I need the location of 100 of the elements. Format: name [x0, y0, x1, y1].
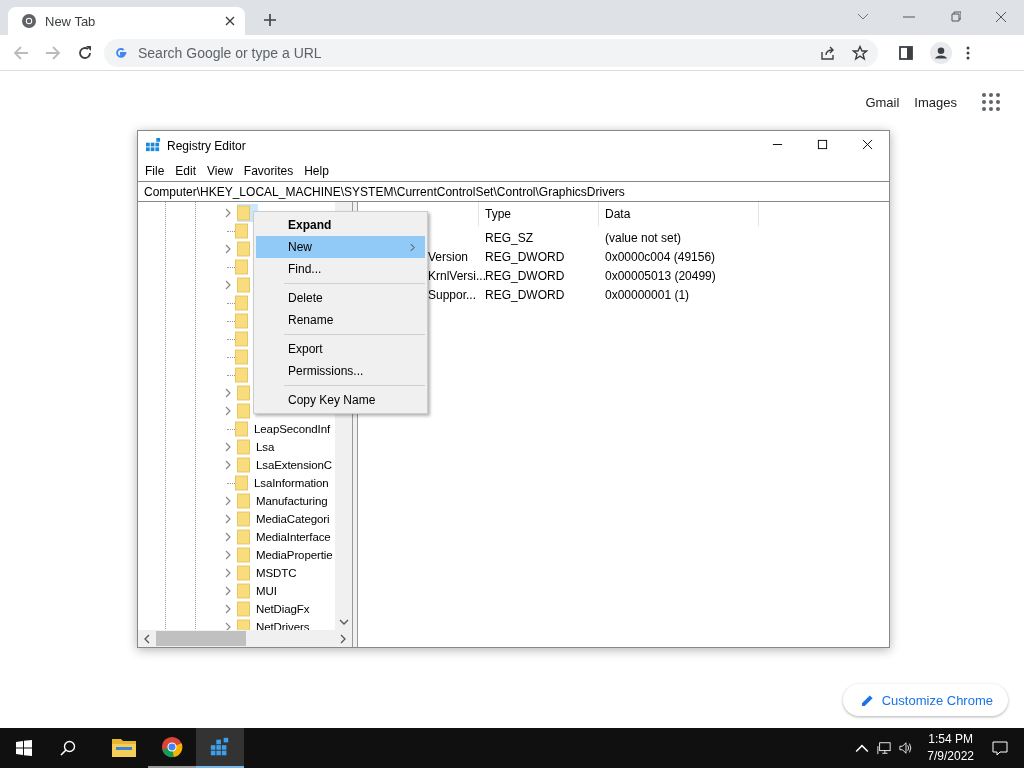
- expand-chevron-icon[interactable]: [225, 244, 231, 254]
- address-field[interactable]: Computer\HKEY_LOCAL_MACHINE\SYSTEM\CurrentControlSet\Control\GraphicsDrivers: [138, 181, 889, 202]
- column-header[interactable]: Type: [485, 207, 511, 221]
- side-panel-icon[interactable]: [898, 44, 914, 61]
- value-type: REG_DWORD: [485, 268, 565, 283]
- tree-item[interactable]: MediaCategori: [237, 510, 332, 528]
- folder-icon: [237, 205, 250, 221]
- menu-item[interactable]: View: [207, 163, 233, 178]
- restore-icon[interactable]: [949, 11, 961, 23]
- value-data: 0x00005013 (20499): [605, 268, 716, 283]
- folder-icon: [237, 403, 250, 419]
- folder-icon: [235, 259, 248, 275]
- value-name: Suppor...: [428, 287, 477, 302]
- folder-icon: [235, 313, 248, 329]
- new-tab-icon[interactable]: [263, 13, 277, 27]
- tree-item[interactable]: MSDTC: [237, 564, 299, 582]
- window-title: Registry Editor: [167, 138, 246, 153]
- expand-chevron-icon[interactable]: [225, 388, 231, 398]
- tree-item[interactable]: MediaPropertie: [237, 546, 335, 564]
- tree-item[interactable]: MediaInterface: [237, 528, 333, 546]
- expand-chevron-icon[interactable]: [225, 532, 231, 542]
- tab-title: New Tab: [45, 13, 97, 29]
- horizontal-scrollbar[interactable]: [138, 630, 352, 647]
- menu-item[interactable]: File: [145, 163, 165, 178]
- folder-icon: [235, 421, 248, 437]
- apps-grid-icon[interactable]: [982, 93, 1000, 111]
- share-icon[interactable]: [820, 44, 836, 61]
- expand-chevron-icon[interactable]: [225, 586, 231, 596]
- expand-chevron-icon[interactable]: [225, 442, 231, 452]
- context-menu-item[interactable]: Permissions...: [256, 360, 425, 382]
- folder-icon: [237, 565, 250, 581]
- tree-item[interactable]: Manufacturing: [237, 492, 330, 510]
- context-menu-item[interactable]: Copy Key Name: [256, 389, 425, 411]
- notification-icon[interactable]: [992, 740, 1008, 756]
- folder-icon: [235, 295, 248, 311]
- tree-item[interactable]: Lsa: [237, 438, 277, 456]
- customize-button[interactable]: Customize Chrome: [842, 684, 1008, 716]
- scroll-left-icon[interactable]: [144, 633, 150, 644]
- folder-icon: [112, 736, 136, 758]
- more-menu-icon[interactable]: [966, 44, 970, 61]
- value-name: Version: [428, 249, 469, 264]
- star-icon[interactable]: [852, 44, 868, 61]
- tree-item[interactable]: LsaExtensionC: [237, 456, 335, 474]
- network-icon[interactable]: [877, 741, 892, 755]
- address-bar[interactable]: Search Google or type a URL: [104, 38, 878, 67]
- column-header[interactable]: Data: [605, 207, 631, 221]
- value-name: KrnlVersi...: [428, 268, 487, 283]
- close-icon[interactable]: [862, 139, 873, 150]
- expand-chevron-icon[interactable]: [225, 406, 231, 416]
- scroll-right-icon[interactable]: [340, 633, 346, 644]
- reload-icon[interactable]: [77, 44, 93, 61]
- maximize-icon[interactable]: [817, 139, 828, 150]
- context-menu-item[interactable]: Rename: [256, 309, 425, 331]
- context-menu-item[interactable]: Expand: [256, 214, 425, 236]
- clock-date[interactable]: 7/9/2022: [927, 748, 974, 765]
- search-icon[interactable]: [60, 740, 76, 756]
- taskbar-app[interactable]: [196, 728, 244, 768]
- tree-item[interactable]: MUI: [237, 582, 279, 600]
- tree-item[interactable]: LeapSecondInf: [235, 420, 333, 438]
- context-menu-item[interactable]: Find...: [256, 258, 425, 280]
- browser-tab[interactable]: New Tab: [8, 7, 245, 35]
- expand-chevron-icon[interactable]: [225, 208, 231, 218]
- header-link[interactable]: Gmail: [865, 94, 900, 110]
- close-icon[interactable]: [225, 16, 235, 26]
- value-type: REG_DWORD: [485, 287, 565, 302]
- expand-chevron-icon[interactable]: [225, 568, 231, 578]
- menu-item[interactable]: Favorites: [243, 163, 294, 178]
- speaker-icon[interactable]: [899, 741, 914, 755]
- context-menu-item[interactable]: New: [256, 236, 425, 258]
- expand-chevron-icon[interactable]: [225, 514, 231, 524]
- chrome-logo-icon: [160, 736, 184, 758]
- tree-item[interactable]: NetDiagFx: [237, 600, 312, 618]
- value-data: 0x00000001 (1): [605, 287, 690, 302]
- expand-chevron-icon[interactable]: [225, 460, 231, 470]
- expand-chevron-icon[interactable]: [225, 280, 231, 290]
- folder-icon: [237, 493, 250, 509]
- windows-start-icon[interactable]: [16, 740, 32, 756]
- registry-cubes-icon: [146, 138, 161, 153]
- expand-chevron-icon[interactable]: [225, 550, 231, 560]
- pencil-icon: [860, 693, 874, 707]
- context-menu-item[interactable]: Export: [256, 338, 425, 360]
- clock-time[interactable]: 1:54 PM: [928, 731, 973, 748]
- expand-chevron-icon[interactable]: [225, 496, 231, 506]
- menu-item[interactable]: Edit: [175, 163, 197, 178]
- profile-icon[interactable]: [930, 41, 952, 64]
- chrome-logo-icon: [21, 13, 37, 29]
- expand-chevron-icon[interactable]: [225, 604, 231, 614]
- search-field[interactable]: Search Google or type a URL: [136, 43, 804, 62]
- folder-icon: [237, 439, 250, 455]
- menu-item[interactable]: Help: [304, 163, 329, 178]
- scroll-thumb[interactable]: [156, 631, 246, 646]
- scroll-down-icon[interactable]: [338, 619, 349, 625]
- folder-icon: [235, 331, 248, 347]
- header-link[interactable]: Images: [914, 94, 957, 110]
- forward-arrow-icon[interactable]: [45, 44, 61, 61]
- value-data: (value not set): [605, 230, 682, 245]
- tree-item[interactable]: LsaInformation: [235, 474, 331, 492]
- back-arrow-icon[interactable]: [13, 44, 29, 61]
- context-menu-item[interactable]: Delete: [256, 287, 425, 309]
- folder-icon: [237, 547, 250, 563]
